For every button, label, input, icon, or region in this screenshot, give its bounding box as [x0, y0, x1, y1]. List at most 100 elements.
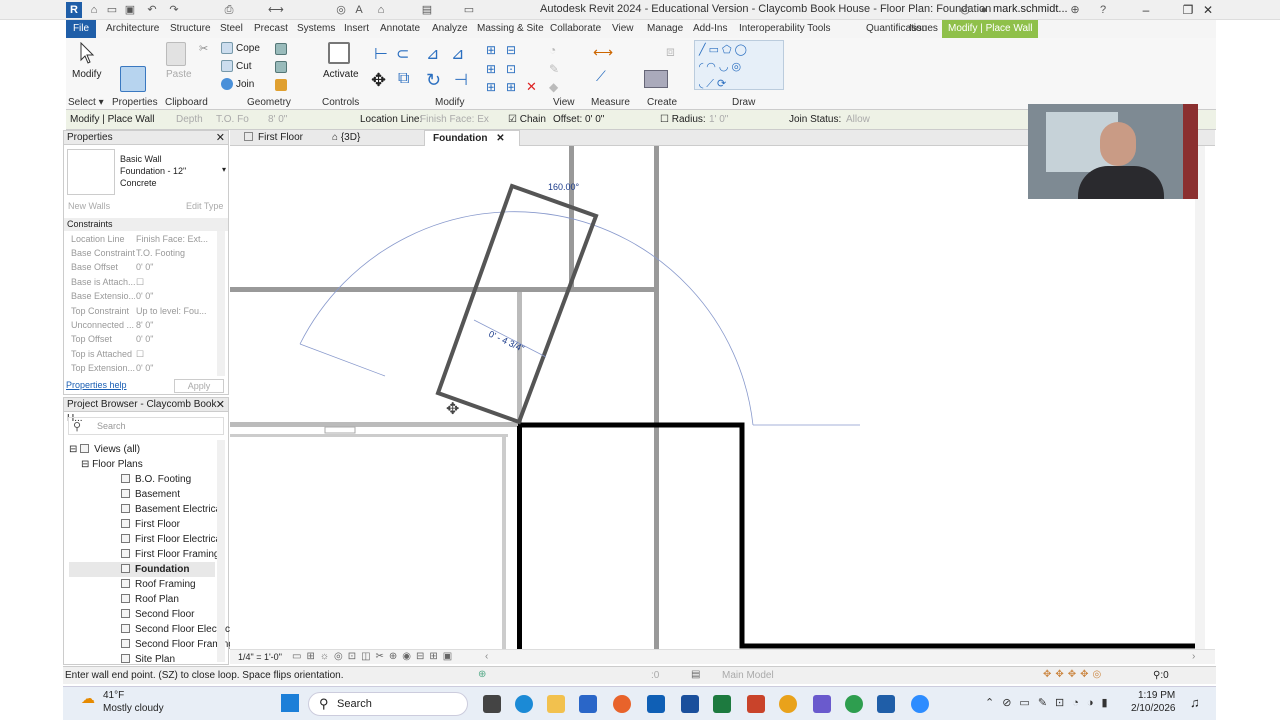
- split-face-icon[interactable]: [275, 61, 287, 73]
- geometry-tool-icon[interactable]: [275, 43, 287, 55]
- tree-item[interactable]: First Floor: [121, 517, 180, 532]
- chrome-icon[interactable]: [845, 695, 863, 713]
- trim-icon[interactable]: ⊣: [454, 70, 468, 90]
- worksharing-icon[interactable]: ⊕: [478, 669, 486, 680]
- tab-structure[interactable]: Structure: [164, 20, 217, 38]
- browser-scrollbar[interactable]: [217, 440, 225, 662]
- radius-checkbox[interactable]: ☐ Radius:: [660, 114, 706, 125]
- prop-row[interactable]: Base Offset 0' 0": [64, 260, 214, 274]
- clock-time[interactable]: 1:19 PM: [1138, 690, 1175, 701]
- unpin-icon[interactable]: ⊞: [506, 80, 516, 94]
- section-icon[interactable]: ▤: [420, 3, 434, 17]
- project-browser-close-icon[interactable]: ✕: [216, 398, 225, 411]
- prop-row[interactable]: Unconnected ... 8' 0": [64, 318, 214, 332]
- draw-arc-icons[interactable]: ◜◠◡◎: [695, 58, 783, 75]
- tree-item[interactable]: B.O. Footing: [121, 472, 191, 487]
- join-button[interactable]: Join: [236, 79, 254, 90]
- tree-views-all[interactable]: ⊟ Views (all): [69, 442, 140, 457]
- draw-line-icons[interactable]: ╱▭⬠◯: [695, 41, 783, 58]
- properties-close-icon[interactable]: ✕: [216, 131, 225, 144]
- mirror-axis-icon[interactable]: ⊿: [426, 44, 439, 64]
- help-icon[interactable]: ?: [1096, 3, 1110, 17]
- split-gap-icon[interactable]: ⊟: [506, 43, 516, 57]
- tab-view[interactable]: View: [606, 20, 640, 38]
- modify-cursor-icon[interactable]: [78, 42, 96, 64]
- offset-icon[interactable]: ⊂: [396, 44, 409, 64]
- redo-icon[interactable]: ↷: [167, 3, 181, 17]
- excel-icon[interactable]: [713, 695, 731, 713]
- tree-floor-plans[interactable]: ⊟ Floor Plans: [81, 457, 143, 472]
- prop-row[interactable]: Base is Attach... ☐: [64, 275, 214, 289]
- tree-item-active[interactable]: Foundation: [69, 562, 215, 577]
- cart-icon[interactable]: ⊕: [1068, 3, 1082, 17]
- tree-item[interactable]: Roof Framing: [121, 577, 196, 592]
- outlook-icon[interactable]: [647, 695, 665, 713]
- tab-annotate[interactable]: Annotate: [374, 20, 426, 38]
- draw-gallery[interactable]: ╱▭⬠◯ ◜◠◡◎ ◟⟋⟳: [694, 40, 784, 90]
- selection-filter-icons[interactable]: ✥✥✥✥◎: [1043, 669, 1105, 680]
- chain-checkbox[interactable]: ☑ Chain: [508, 114, 546, 125]
- new-walls-dropdown[interactable]: New Walls: [68, 201, 110, 211]
- 3d-view-icon[interactable]: ⌂: [374, 3, 388, 17]
- cope-button[interactable]: Cope: [236, 43, 260, 54]
- view-tab-foundation[interactable]: Foundation ✕: [424, 130, 520, 146]
- properties-scrollbar[interactable]: [217, 231, 225, 376]
- type-selector-chevron-icon[interactable]: ▾: [222, 165, 226, 174]
- store-icon[interactable]: [579, 695, 597, 713]
- tab-insert[interactable]: Insert: [338, 20, 375, 38]
- system-tray-icons[interactable]: ⌃⊘▭✎⊡◔◑▮: [985, 696, 1116, 709]
- save-icon[interactable]: ▣: [123, 3, 137, 17]
- tree-item[interactable]: Basement: [121, 487, 180, 502]
- create-similar-icon[interactable]: [644, 70, 668, 88]
- firefox-icon[interactable]: [613, 695, 631, 713]
- tree-item[interactable]: First Floor Framing: [121, 547, 219, 562]
- undo-icon[interactable]: ↶: [145, 3, 159, 17]
- array-icon[interactable]: ⊞: [486, 62, 496, 76]
- tree-item[interactable]: Roof Plan: [121, 592, 179, 607]
- depth-dropdown[interactable]: Depth: [176, 114, 203, 125]
- prop-row[interactable]: Top is Attached ☐: [64, 347, 214, 361]
- tab-add-ins[interactable]: Add-Ins: [687, 20, 733, 38]
- edge-icon[interactable]: [515, 695, 533, 713]
- type-material[interactable]: Concrete: [120, 178, 157, 188]
- measure-between-icon[interactable]: ⟋: [596, 68, 606, 85]
- zoom-icon[interactable]: [911, 695, 929, 713]
- prop-row[interactable]: Base Constraint T.O. Footing: [64, 246, 214, 260]
- text-icon[interactable]: A: [352, 3, 366, 17]
- rotate-icon[interactable]: ↻: [426, 70, 441, 91]
- align-icon[interactable]: ⊢: [374, 44, 388, 64]
- pin-icon[interactable]: ⊞: [486, 80, 496, 94]
- tab-file[interactable]: File: [66, 20, 96, 38]
- scroll-left-icon[interactable]: ‹: [485, 651, 488, 662]
- design-options-icon[interactable]: ▤: [691, 669, 700, 680]
- cope-icon[interactable]: [221, 42, 233, 54]
- location-line-dropdown[interactable]: Finish Face: Ex: [420, 114, 489, 125]
- tag-icon[interactable]: ◎: [334, 3, 348, 17]
- cut-button[interactable]: Cut: [236, 61, 252, 72]
- view-tab-first-floor[interactable]: First Floor: [236, 130, 311, 146]
- tab-collaborate[interactable]: Collaborate: [544, 20, 607, 38]
- prop-row[interactable]: Base Extensio... 0' 0": [64, 289, 214, 303]
- word-icon[interactable]: [681, 695, 699, 713]
- tab-architecture[interactable]: Architecture: [100, 20, 165, 38]
- move-icon[interactable]: ✥: [371, 70, 386, 91]
- scroll-right-icon[interactable]: ›: [1192, 651, 1195, 662]
- tree-item[interactable]: Site Plan: [121, 652, 175, 667]
- drawing-canvas[interactable]: 160.00° 0' - 4 3/4" ✥: [230, 146, 1205, 649]
- height-field[interactable]: 8' 0": [268, 114, 287, 125]
- filter-count[interactable]: ⚲:0: [1153, 670, 1169, 681]
- file-explorer-icon[interactable]: [547, 695, 565, 713]
- windows-start-icon[interactable]: [281, 694, 299, 712]
- browser-search-input[interactable]: Search: [97, 421, 126, 431]
- type-name[interactable]: Foundation - 12": [120, 166, 186, 176]
- minimize-button[interactable]: –: [1136, 1, 1156, 19]
- measure-icon[interactable]: ⟷: [268, 3, 284, 17]
- tab-issues[interactable]: Issues: [903, 20, 944, 38]
- canvas-vertical-scrollbar[interactable]: [1195, 146, 1205, 649]
- print-icon[interactable]: ⎙: [222, 3, 236, 17]
- join-status-dropdown[interactable]: Allow: [846, 114, 870, 125]
- constraints-section[interactable]: Constraints: [64, 218, 228, 231]
- weather-temp[interactable]: 41°F: [103, 690, 124, 701]
- taskbar-search[interactable]: ⚲ Search: [308, 692, 468, 716]
- home-icon[interactable]: ⌂: [87, 3, 101, 17]
